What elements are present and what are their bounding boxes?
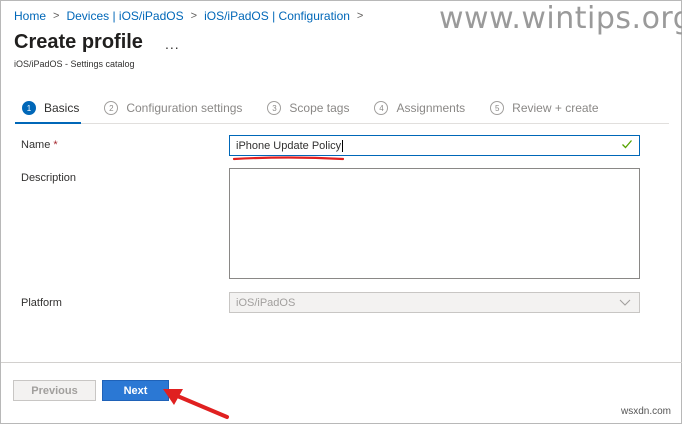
description-label: Description bbox=[21, 172, 77, 184]
footer-divider bbox=[1, 362, 682, 363]
step-label: Review + create bbox=[512, 101, 599, 115]
active-step-underline bbox=[15, 122, 81, 124]
step-number: 2 bbox=[104, 101, 119, 115]
corner-watermark: wsxdn.com bbox=[620, 406, 671, 417]
step-configuration-settings[interactable]: 2 Configuration settings bbox=[104, 101, 242, 115]
breadcrumb-separator: > bbox=[53, 10, 60, 22]
breadcrumb-separator: > bbox=[190, 10, 198, 22]
page-title: Create profile bbox=[14, 31, 143, 53]
required-marker: * bbox=[53, 139, 58, 151]
step-label: Basics bbox=[44, 101, 80, 115]
breadcrumb-home[interactable]: Home bbox=[14, 9, 46, 23]
app-frame: Home > Devices | iOS/iPadOS > iOS/iPadOS… bbox=[0, 0, 682, 424]
step-review-create[interactable]: 5 Review + create bbox=[490, 101, 599, 115]
breadcrumb-devices-ios[interactable]: Devices | iOS/iPadOS bbox=[66, 9, 183, 23]
annotation-underline bbox=[233, 156, 344, 161]
step-label: Scope tags bbox=[289, 101, 350, 115]
step-label: Configuration settings bbox=[126, 101, 243, 115]
step-scope-tags[interactable]: 3 Scope tags bbox=[267, 101, 349, 115]
wizard-steps: 1 Basics 2 Configuration settings 3 Scop… bbox=[22, 101, 624, 115]
step-number: 4 bbox=[374, 101, 389, 115]
breadcrumb-separator: > bbox=[356, 10, 364, 22]
name-label: Name * bbox=[21, 139, 58, 151]
step-number: 5 bbox=[490, 101, 505, 115]
text-caret bbox=[342, 139, 344, 152]
step-number: 3 bbox=[267, 101, 282, 115]
breadcrumb-ios-configuration[interactable]: iOS/iPadOS | Configuration bbox=[204, 9, 350, 23]
previous-button[interactable]: Previous bbox=[13, 380, 96, 401]
breadcrumb: Home > Devices | iOS/iPadOS > iOS/iPadOS… bbox=[14, 9, 370, 23]
step-basics[interactable]: 1 Basics bbox=[22, 101, 79, 115]
name-input[interactable]: iPhone Update Policy bbox=[229, 135, 640, 156]
step-label: Assignments bbox=[396, 101, 466, 115]
platform-value: iOS/iPadOS bbox=[236, 296, 296, 309]
name-input-value: iPhone Update Policy bbox=[236, 139, 342, 152]
ellipsis-icon[interactable]: ... bbox=[165, 36, 180, 52]
description-textarea[interactable] bbox=[229, 168, 640, 279]
annotation-arrow bbox=[163, 389, 229, 419]
watermark: www.wintips.org bbox=[439, 1, 682, 36]
title-row: Create profile ... bbox=[14, 31, 180, 54]
step-assignments[interactable]: 4 Assignments bbox=[374, 101, 465, 115]
step-number: 1 bbox=[22, 101, 36, 115]
platform-select: iOS/iPadOS bbox=[229, 292, 640, 313]
platform-label: Platform bbox=[21, 297, 62, 309]
check-icon bbox=[621, 138, 633, 153]
steps-divider bbox=[15, 123, 669, 124]
chevron-down-icon bbox=[619, 296, 631, 308]
page-subtitle: iOS/iPadOS - Settings catalog bbox=[14, 59, 135, 69]
name-label-text: Name bbox=[21, 139, 51, 151]
